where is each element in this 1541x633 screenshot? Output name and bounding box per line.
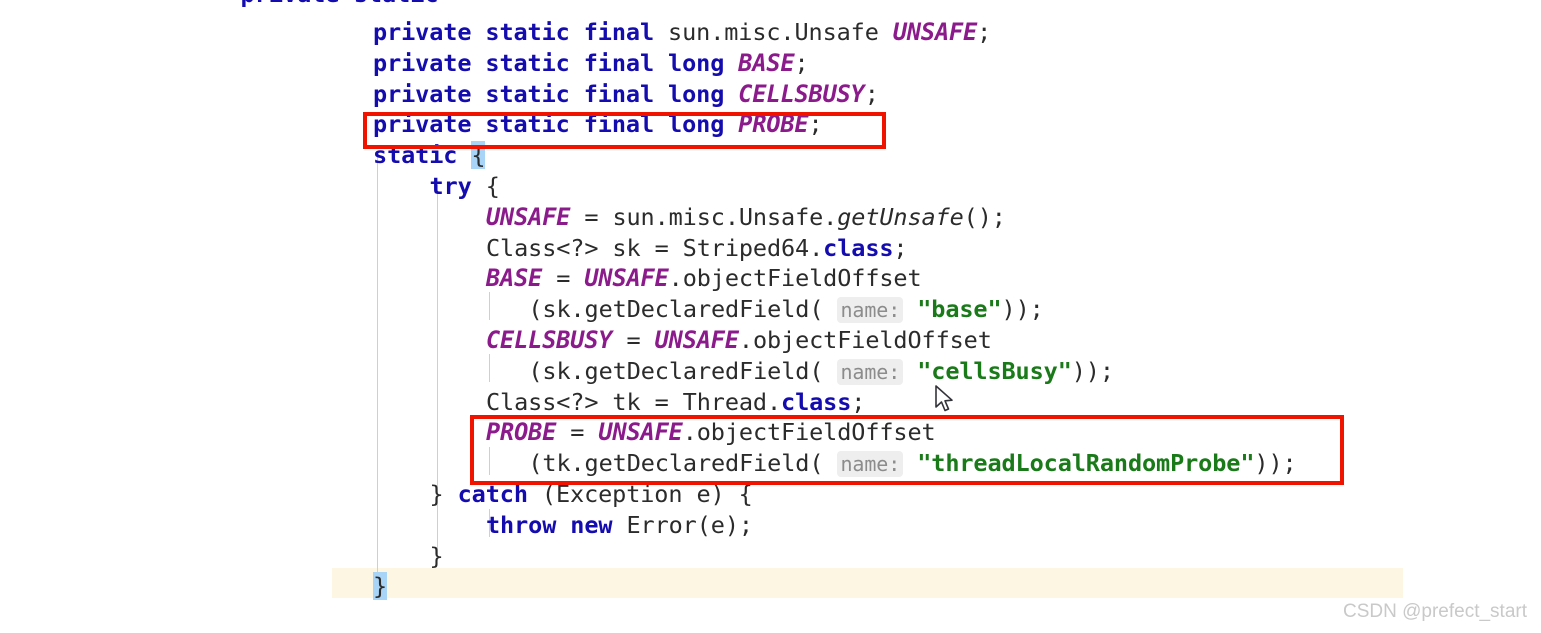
line-class-sk[interactable]: Class<?> sk = Striped64.class;	[0, 233, 908, 264]
line-unsafe-decl-token-3: ;	[977, 18, 992, 46]
line-cellsbusy-decl-token-2: ;	[864, 79, 879, 108]
line-base-assign-token-3: .objectFieldOffset	[668, 264, 922, 293]
line-cellsbusy-decl-token-0: private static final long	[373, 79, 739, 108]
line-catch-token-0: }	[429, 480, 458, 508]
line-probe-field-token-3	[903, 449, 917, 477]
line-cellsbusy-assign[interactable]: CELLSBUSY = UNSAFE.objectFieldOffset	[0, 325, 992, 356]
line-cellsbusy-field-token-3	[903, 357, 917, 385]
line-throw[interactable]: throw new Error(e);	[0, 510, 753, 541]
line-cellsbusy-assign-token-3: .objectFieldOffset	[738, 326, 992, 354]
line-cellsbusy-decl[interactable]: private static final long CELLSBUSY;	[0, 79, 879, 110]
line-unsafe-assign-token-2: getUnsafe	[837, 202, 964, 231]
line-base-assign-token-1: =	[542, 264, 585, 293]
line-base-field-token-3	[903, 295, 917, 323]
line-catch[interactable]: } catch (Exception e) {	[0, 479, 753, 510]
line-try[interactable]: try {	[0, 171, 500, 202]
line-probe-field-token-2: name:	[837, 451, 904, 478]
line-probe-assign-token-0: PROBE	[486, 418, 557, 447]
line-probe-assign-token-1: =	[556, 418, 599, 447]
line-catch-token-1: catch	[457, 480, 528, 508]
line-probe-assign-token-2: UNSAFE	[598, 418, 683, 447]
line-unsafe-decl-token-1: sun.misc.Unsafe	[668, 18, 893, 46]
line-class-tk[interactable]: Class<?> tk = Thread.class;	[0, 387, 865, 418]
line-probe-assign[interactable]: PROBE = UNSAFE.objectFieldOffset	[0, 417, 936, 448]
line-throw-token-0: throw new	[486, 510, 627, 539]
line-unsafe-assign[interactable]: UNSAFE = sun.misc.Unsafe.getUnsafe();	[0, 202, 1006, 233]
line-unsafe-assign-token-0: UNSAFE	[486, 202, 571, 231]
line-static-block-token-2: {	[471, 141, 486, 170]
line-class-tk-token-1: class	[781, 387, 852, 416]
line-throw-token-1: Error(e);	[626, 510, 753, 539]
mouse-pointer-icon	[935, 385, 953, 412]
line-probe-decl-token-2: ;	[808, 110, 823, 139]
caret-line-highlight	[332, 568, 1403, 598]
line-class-tk-token-2: ;	[851, 387, 866, 416]
line-probe-decl[interactable]: private static final long PROBE;	[0, 109, 823, 140]
line-probe-decl-token-1: PROBE	[738, 110, 809, 139]
line-catch-token-2: (Exception e) {	[527, 480, 753, 508]
line-base-decl-token-0: private static final long	[373, 48, 739, 77]
line-cellsbusy-field-token-4: "cellsBusy"	[917, 356, 1072, 385]
line-cellsbusy-field-token-2: name:	[837, 358, 904, 385]
line-unsafe-assign-token-3: ();	[963, 202, 1006, 231]
line-cellsbusy-field-token-5: ));	[1071, 356, 1114, 385]
line-probe-assign-token-3: .objectFieldOffset	[682, 418, 936, 447]
line-try-token-0: try	[429, 172, 472, 200]
line-probe-field-token-4: "threadLocalRandomProbe"	[917, 449, 1255, 478]
line-cellsbusy-assign-token-1: =	[612, 326, 655, 354]
line-base-decl-token-1: BASE	[738, 48, 795, 77]
line-base-decl[interactable]: private static final long BASE;	[0, 48, 809, 79]
line-close-static-token-0: }	[373, 572, 388, 601]
line-class-sk-token-1: class	[823, 233, 894, 262]
line-base-assign-token-0: BASE	[486, 264, 543, 293]
line-close-try[interactable]: }	[0, 541, 444, 572]
line-unsafe-assign-token-1: = sun.misc.Unsafe.	[570, 202, 838, 231]
line-static-block[interactable]: static {	[0, 140, 486, 171]
line-probe-decl-token-0: private static final long	[373, 110, 739, 139]
line-base-field-token-5: ));	[1001, 295, 1044, 324]
line-base-decl-token-2: ;	[794, 48, 809, 77]
line-base-field-token-4: "base"	[917, 295, 1002, 324]
line-cellsbusy-assign-token-2: UNSAFE	[654, 326, 739, 354]
line-base-field-token-1	[823, 295, 837, 323]
code-editor-viewport[interactable]: private static private static final sun.…	[0, 0, 1541, 633]
line-base-field[interactable]: (sk.getDeclaredField( name: "base"));	[0, 294, 1044, 325]
line-close-try-token-0: }	[429, 541, 444, 570]
line-close-static[interactable]: }	[0, 571, 387, 602]
line-cellsbusy-field[interactable]: (sk.getDeclaredField( name: "cellsBusy")…	[0, 356, 1114, 387]
line-probe-field-token-0: (tk.getDeclaredField(	[528, 449, 824, 478]
line-class-sk-token-0: Class<?> sk = Striped64.	[486, 233, 824, 262]
line-base-assign[interactable]: BASE = UNSAFE.objectFieldOffset	[0, 263, 922, 294]
line-class-sk-token-2: ;	[893, 233, 908, 262]
line-cellsbusy-field-token-1	[823, 357, 837, 385]
line-base-field-token-0: (sk.getDeclaredField(	[528, 295, 824, 324]
line-unsafe-decl-token-2: UNSAFE	[892, 18, 978, 46]
line-cellsbusy-assign-token-0: CELLSBUSY	[486, 326, 613, 354]
line-probe-field-token-5: ));	[1254, 449, 1297, 478]
line-try-token-1: {	[471, 172, 500, 200]
csdn-watermark: CSDN @prefect_start	[1342, 601, 1527, 622]
line-cellsbusy-decl-token-1: CELLSBUSY	[738, 79, 865, 108]
line-static-block-token-0: static	[373, 141, 458, 170]
clipped-top-line: private static	[0, 0, 439, 10]
line-class-tk-token-0: Class<?> tk = Thread.	[486, 387, 782, 416]
line-probe-field[interactable]: (tk.getDeclaredField( name: "threadLocal…	[0, 448, 1297, 479]
line-probe-field-token-1	[823, 449, 837, 477]
line-base-field-token-2: name:	[837, 297, 904, 324]
line-static-block-token-1	[457, 141, 471, 169]
line-unsafe-decl-token-0: private static final	[373, 18, 669, 46]
line-unsafe-decl[interactable]: private static final sun.misc.Unsafe UNS…	[0, 17, 991, 48]
line-base-assign-token-2: UNSAFE	[584, 264, 669, 293]
line-cellsbusy-field-token-0: (sk.getDeclaredField(	[528, 356, 824, 385]
